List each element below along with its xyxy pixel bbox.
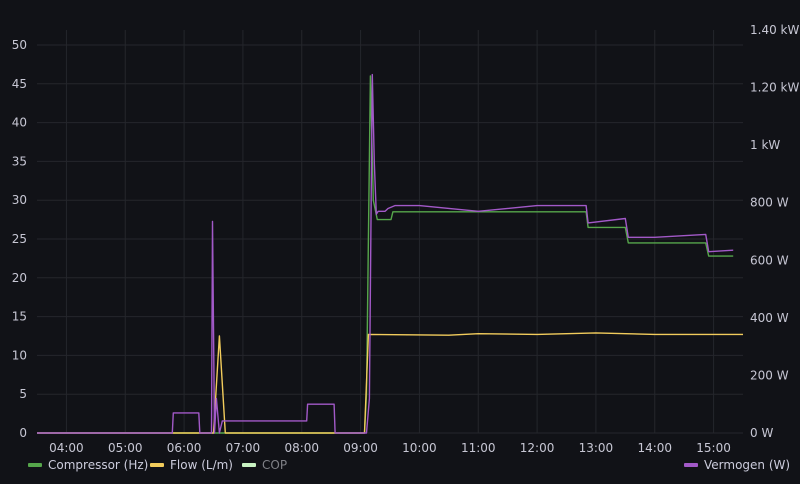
left-tick-label: 15 — [12, 310, 27, 324]
legend-label-compressor: Compressor (Hz) — [48, 458, 149, 472]
x-tick-label: 06:00 — [167, 441, 202, 455]
left-tick-label: 25 — [12, 232, 27, 246]
series-lines — [37, 73, 743, 434]
x-tick-label: 09:00 — [343, 441, 378, 455]
right-tick-label: 800 W — [750, 196, 789, 210]
x-tick-label: 04:00 — [49, 441, 84, 455]
legend-swatch-vermogen — [684, 463, 698, 467]
legend-label-flow: Flow (L/m) — [170, 458, 233, 472]
x-axis: 04:00 05:00 06:00 07:00 08:00 09:00 10:00 11:00… — [49, 441, 731, 455]
x-tick-label: 07:00 — [226, 441, 261, 455]
series-line-1 — [37, 332, 743, 434]
left-tick-label: 20 — [12, 271, 27, 285]
right-tick-label: 600 W — [750, 253, 789, 267]
right-tick-label: 0 W — [750, 426, 773, 440]
x-tick-label: 14:00 — [637, 441, 672, 455]
right-y-axis: 0 W 200 W 400 W 600 W 800 W 1 kW 1.20 kW 1.40 k… — [750, 23, 799, 440]
x-tick-label: 08:00 — [284, 441, 319, 455]
left-tick-label: 10 — [12, 348, 27, 362]
series-line-3 — [37, 73, 734, 434]
legend-swatch-compressor — [28, 463, 42, 467]
x-tick-label: 10:00 — [402, 441, 437, 455]
x-tick-label: 15:00 — [696, 441, 731, 455]
left-tick-label: 0 — [19, 426, 27, 440]
left-tick-label: 30 — [12, 193, 27, 207]
left-tick-label: 5 — [19, 387, 27, 401]
x-tick-label: 05:00 — [108, 441, 143, 455]
left-tick-label: 40 — [12, 116, 27, 130]
right-tick-label: 1 kW — [750, 138, 780, 152]
legend-swatch-cop — [242, 463, 256, 467]
legend-swatch-flow — [150, 463, 164, 467]
legend-label-cop: COP — [262, 458, 288, 472]
grid-lines — [37, 30, 743, 434]
legend-item-flow[interactable]: Flow (L/m) — [150, 458, 233, 472]
right-tick-label: 1.20 kW — [750, 81, 799, 95]
left-y-axis: 0 5 10 15 20 25 30 35 40 45 50 — [12, 38, 27, 440]
legend-item-vermogen[interactable]: Vermogen (W) — [684, 458, 790, 472]
right-tick-label: 1.40 kW — [750, 23, 799, 37]
x-tick-label: 13:00 — [579, 441, 614, 455]
legend-item-compressor[interactable]: Compressor (Hz) — [28, 458, 148, 472]
series-line-0 — [37, 75, 734, 434]
left-tick-label: 35 — [12, 154, 27, 168]
x-tick-label: 11:00 — [461, 441, 496, 455]
time-series-chart: 0 5 10 15 20 25 30 35 40 45 50 0 W 200 W 400 W 600 W 8… — [12, 23, 800, 455]
legend-label-vermogen: Vermogen (W) — [704, 458, 791, 472]
right-tick-label: 200 W — [750, 368, 789, 382]
left-tick-label: 50 — [12, 38, 27, 52]
left-tick-label: 45 — [12, 77, 27, 91]
x-tick-label: 12:00 — [520, 441, 555, 455]
legend-item-cop[interactable]: COP — [242, 458, 287, 472]
right-tick-label: 400 W — [750, 311, 789, 325]
